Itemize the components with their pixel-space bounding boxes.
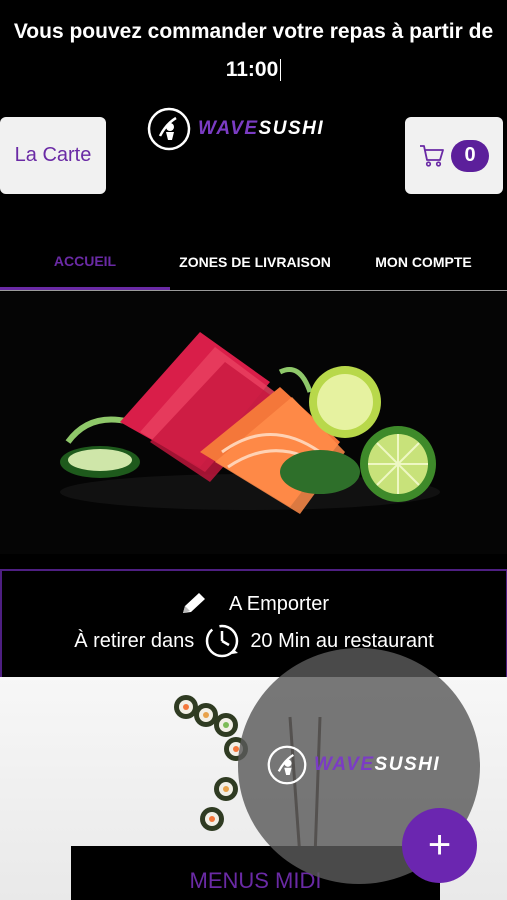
overlay-logo-emblem-icon bbox=[267, 745, 307, 785]
announcement-time-line: 11:00 bbox=[0, 58, 507, 82]
order-mode-title: A Emporter bbox=[228, 592, 330, 615]
sashimi-illustration bbox=[60, 332, 440, 514]
logo-emblem-icon bbox=[147, 107, 191, 151]
plus-icon: + bbox=[427, 823, 452, 867]
overlay-logo-wordmark: WAVESUSHI bbox=[314, 754, 441, 775]
pencil-icon bbox=[182, 593, 205, 613]
menus-midi-label: MENUS MIDI bbox=[189, 868, 322, 893]
announcement-text: Vous pouvez commander votre repas à part… bbox=[13, 20, 494, 43]
tab-accueil[interactable]: ACCUEIL bbox=[0, 235, 170, 290]
cart-count-badge: 0 bbox=[451, 139, 489, 172]
pickup-prefix: À retirer dans bbox=[74, 629, 195, 652]
shopping-cart-icon bbox=[420, 144, 444, 167]
tab-mon-compte[interactable]: MON COMPTE bbox=[340, 235, 507, 289]
text-cursor bbox=[280, 59, 282, 82]
add-fab-button[interactable]: + bbox=[402, 808, 477, 883]
wavesushi-logo[interactable]: WAVESUSHI bbox=[146, 106, 324, 152]
announcement-time: 11:00 bbox=[225, 58, 279, 81]
la-carte-button[interactable]: La Carte bbox=[0, 117, 106, 194]
order-mode-box[interactable]: A Emporter À retirer dans 20 Min au rest… bbox=[0, 569, 507, 677]
la-carte-label: La Carte bbox=[14, 144, 92, 166]
hero-image bbox=[0, 292, 507, 554]
tab-zones-de-livraison[interactable]: ZONES DE LIVRAISON bbox=[170, 235, 340, 289]
logo-wordmark: WAVESUSHI bbox=[198, 118, 325, 139]
cart-button[interactable]: 0 bbox=[405, 117, 503, 194]
main-nav-tabs: ACCUEIL ZONES DE LIVRAISON MON COMPTE bbox=[0, 235, 507, 291]
overlay-logo: WAVESUSHI bbox=[266, 744, 440, 786]
clock-icon bbox=[206, 624, 239, 658]
